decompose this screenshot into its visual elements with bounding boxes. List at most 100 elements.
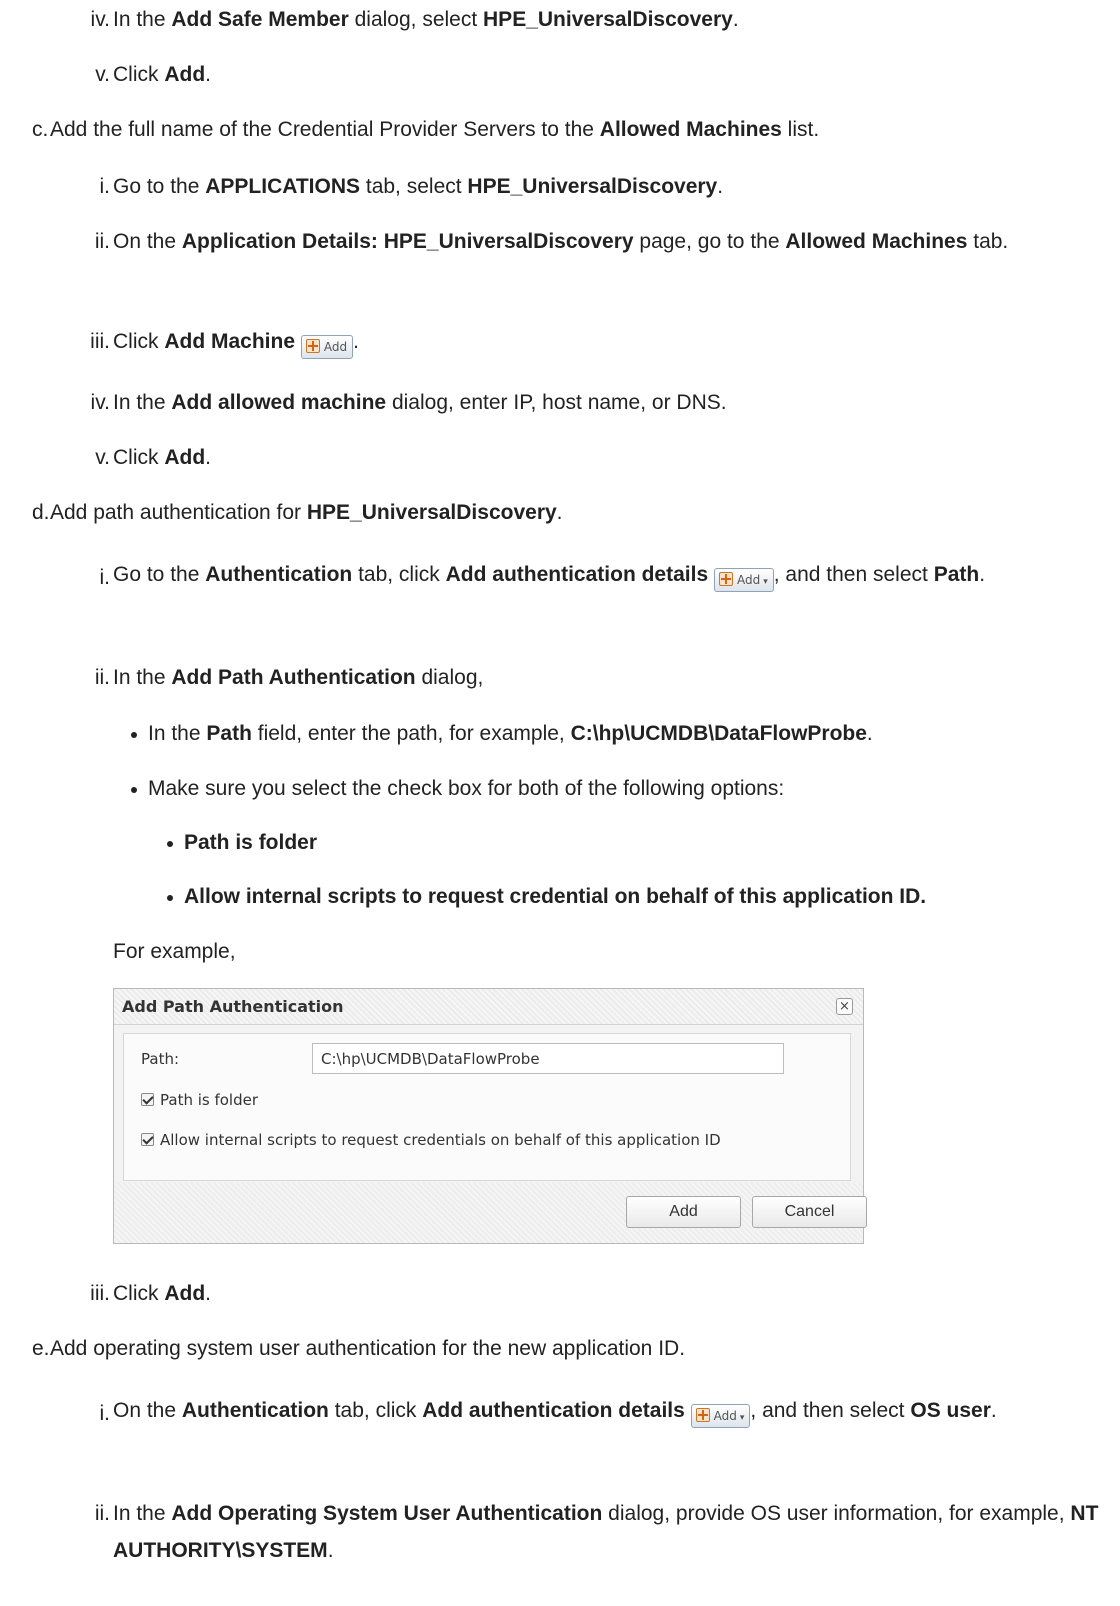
text: , and then select — [773, 563, 934, 586]
text: Add the full name of the Credential Prov… — [50, 118, 600, 141]
checkmark-icon[interactable] — [141, 1133, 154, 1146]
list-marker: i. — [99, 175, 111, 198]
text: . — [979, 563, 986, 586]
dialog-add-button[interactable]: Add — [626, 1196, 741, 1228]
list-marker: ii. — [94, 666, 110, 689]
text: In the — [113, 1502, 172, 1525]
text: In the — [113, 8, 172, 31]
text: . — [556, 501, 563, 524]
text: list. — [781, 118, 820, 141]
text: page, go to the — [633, 230, 786, 253]
dialog-title: Add Path Authentication — [122, 997, 344, 1016]
bold-text: Add — [164, 446, 206, 469]
step-ii-add-os-user-authentication: ii. In the Add Operating System User Aut… — [0, 1500, 1112, 1576]
text: Add path authentication for — [50, 501, 307, 524]
text: For example, — [113, 940, 236, 963]
bold-text: Add Path Authentication — [171, 666, 416, 689]
step-i-authentication-os-user: i. On the Authentication tab, click Add … — [0, 1394, 1112, 1470]
bold-text: OS user — [910, 1399, 991, 1422]
bold-text: Add allowed machine — [171, 391, 387, 414]
list-marker: iv. — [90, 8, 110, 31]
list-marker: iv. — [90, 391, 110, 414]
list-marker: iii. — [90, 330, 110, 353]
bold-text: Authentication — [205, 563, 353, 586]
bold-text: C:\hp\UCMDB\DataFlowProbe — [570, 722, 867, 745]
bold-text: Add — [164, 1282, 206, 1305]
step-i-authentication-path: i. Go to the Authentication tab, click A… — [0, 558, 1112, 634]
text: Go to the — [113, 563, 206, 586]
bullet-icon — [167, 841, 173, 847]
text: dialog, enter IP, host name, or DNS. — [386, 391, 727, 414]
text: tab, click — [352, 563, 446, 586]
dialog-footer: Add Cancel — [114, 1183, 867, 1243]
bold-text: Application Details: HPE_UniversalDiscov… — [181, 230, 634, 253]
dialog-body: Path: C:\hp\UCMDB\DataFlowProbe Path is … — [123, 1033, 851, 1181]
text: In the — [113, 391, 172, 414]
button-label: Add — [713, 1409, 737, 1423]
path-input[interactable]: C:\hp\UCMDB\DataFlowProbe — [312, 1043, 784, 1074]
text: tab, click — [328, 1399, 423, 1422]
add-authentication-details-button[interactable]: Add ▾ — [713, 568, 774, 592]
checkbox-label: Allow internal scripts to request creden… — [160, 1131, 721, 1149]
text: field, enter the path, for example, — [251, 722, 571, 745]
step-ii-application-details: ii. On the Application Details: HPE_Univ… — [0, 228, 1112, 288]
text: Click — [113, 330, 165, 353]
text: In the — [148, 722, 207, 745]
bold-text: APPLICATIONS — [205, 175, 361, 198]
document-page: iv. In the Add Safe Member dialog, selec… — [0, 0, 1120, 1606]
path-is-folder-checkbox-row[interactable]: Path is folder — [141, 1091, 258, 1109]
add-machine-button[interactable]: Add — [300, 335, 354, 359]
text: dialog, select — [348, 8, 484, 31]
list-marker: i. — [99, 1402, 111, 1425]
dialog-header: Add Path Authentication × — [114, 989, 863, 1025]
path-label: Path: — [141, 1050, 180, 1068]
text: . — [205, 1282, 212, 1305]
close-icon[interactable]: × — [836, 998, 853, 1015]
bold-text: HPE_UniversalDiscovery — [483, 8, 733, 31]
bold-text: Allow internal scripts to request creden… — [184, 885, 927, 908]
text: . — [205, 63, 212, 86]
checkmark-icon[interactable] — [141, 1093, 154, 1106]
bold-text: Path — [933, 563, 980, 586]
bullet-icon — [131, 732, 137, 738]
dialog-cancel-button[interactable]: Cancel — [752, 1196, 867, 1228]
button-label: Add — [736, 573, 761, 587]
add-authentication-details-button[interactable]: Add ▾ — [690, 1404, 751, 1428]
bold-text: Path — [206, 722, 252, 745]
text: On the — [113, 1399, 182, 1422]
text: Click — [113, 63, 165, 86]
bold-text: Add Safe Member — [171, 8, 349, 31]
list-marker: c. — [32, 118, 49, 141]
list-marker: v. — [95, 63, 110, 86]
bold-text: Add authentication details — [422, 1399, 685, 1422]
list-marker: ii. — [94, 1502, 110, 1525]
list-marker: e. — [32, 1337, 50, 1360]
text: . — [327, 1539, 334, 1562]
add-plus-icon — [695, 1408, 710, 1422]
text: . — [990, 1399, 997, 1422]
text: . — [205, 446, 212, 469]
text: dialog, — [415, 666, 484, 689]
text: Go to the — [113, 175, 206, 198]
text: Click — [113, 446, 165, 469]
bold-text: Add — [164, 63, 206, 86]
text: , and then select — [750, 1399, 911, 1422]
allow-internal-scripts-checkbox-row[interactable]: Allow internal scripts to request creden… — [141, 1131, 721, 1149]
text: Click — [113, 1282, 165, 1305]
list-marker: d. — [32, 501, 50, 524]
bold-text: Add authentication details — [445, 563, 709, 586]
bold-text: Allowed Machines — [785, 230, 968, 253]
bullet-icon — [167, 895, 173, 901]
add-plus-icon — [718, 572, 733, 586]
list-marker: ii. — [94, 230, 110, 253]
text: . — [866, 722, 873, 745]
dropdown-caret-icon: ▾ — [763, 577, 768, 587]
text: . — [732, 8, 739, 31]
bold-text: Authentication — [181, 1399, 329, 1422]
text: dialog, provide OS user information, for… — [602, 1502, 1071, 1525]
text: tab, select — [360, 175, 468, 198]
text: tab. — [967, 230, 1009, 253]
bold-text: HPE_UniversalDiscovery — [467, 175, 718, 198]
text: In the — [113, 666, 172, 689]
bold-text: HPE_UniversalDiscovery — [306, 501, 557, 524]
